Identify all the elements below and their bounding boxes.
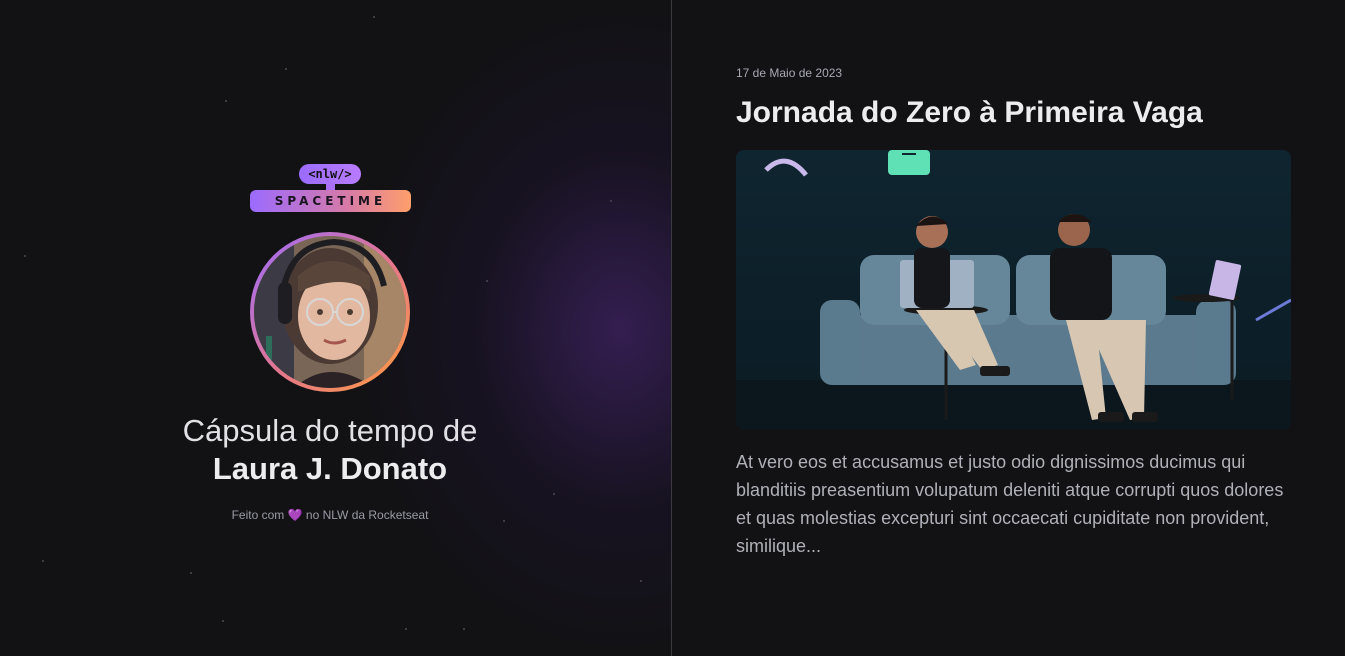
logo-bottom-badge: SPACETIME bbox=[250, 190, 411, 212]
stage-photo bbox=[736, 150, 1291, 430]
footer-credit: Feito com 💜 no NLW da Rocketseat bbox=[231, 508, 429, 522]
capsule-title-prefix: Cápsula do tempo de bbox=[182, 413, 478, 448]
post-cover-image bbox=[736, 150, 1291, 430]
left-panel: <nlw/> SPACETIME Cápsula do tempo de Lau… bbox=[0, 0, 671, 656]
avatar-photo bbox=[254, 236, 406, 388]
post-title: Jornada do Zero à Primeira Vaga bbox=[736, 96, 1203, 129]
rocketseat-link[interactable]: no NLW da Rocketseat bbox=[306, 508, 429, 522]
heart-icon: 💜 bbox=[287, 508, 303, 522]
avatar[interactable] bbox=[250, 232, 410, 392]
post-date: 17 de Maio de 2023 bbox=[736, 66, 843, 80]
capsule-owner-name: Laura J. Donato bbox=[212, 451, 448, 486]
avatar-illustration bbox=[254, 236, 406, 388]
logo-top-badge: <nlw/> bbox=[299, 164, 361, 184]
nlw-spacetime-logo: <nlw/> SPACETIME bbox=[250, 162, 411, 212]
memory-post: 17 de Maio de 2023 Jornada do Zero à Pri… bbox=[672, 0, 1345, 656]
post-excerpt: At vero eos et accusamus et justo odio d… bbox=[736, 452, 1284, 556]
